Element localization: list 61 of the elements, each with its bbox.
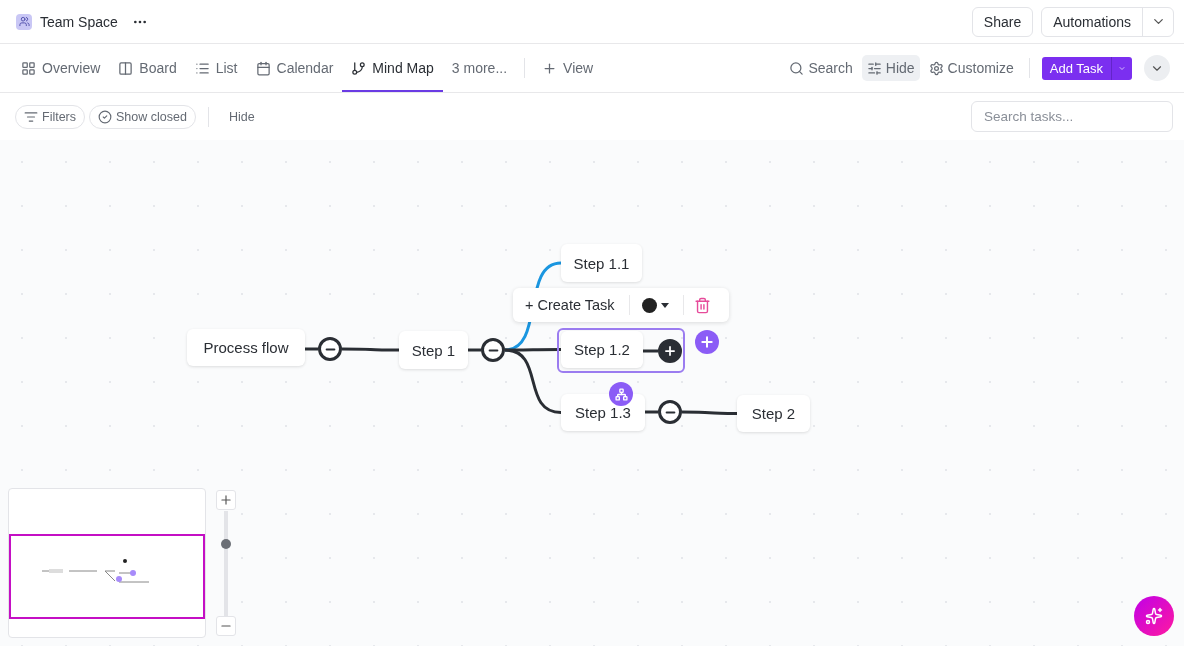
- space-name: Team Space: [40, 13, 118, 30]
- connector-line: [645, 410, 658, 414]
- mind-map-node[interactable]: Step 1.2: [561, 331, 643, 368]
- connector-line: [342, 347, 399, 352]
- search-icon: [789, 60, 805, 76]
- search-field[interactable]: Search tasks...: [971, 101, 1173, 132]
- collapse-toggle[interactable]: [658, 400, 682, 424]
- view-tab[interactable]: Overview: [12, 44, 110, 92]
- filter-pill[interactable]: Filters: [15, 104, 86, 129]
- collapse-toggle[interactable]: [481, 338, 505, 362]
- plus-icon: [219, 493, 233, 507]
- more-views-tab[interactable]: 3 more...: [442, 44, 517, 92]
- add-task-main[interactable]: Add Task: [1041, 56, 1112, 80]
- zoom-thumb[interactable]: [221, 538, 231, 549]
- add-sibling-button[interactable]: [695, 330, 719, 354]
- automations-main[interactable]: Automations: [1042, 7, 1143, 36]
- viewport-frame[interactable]: [9, 534, 205, 619]
- check-circle-icon: [98, 109, 113, 124]
- connector-line: [643, 349, 658, 353]
- add-view-button[interactable]: View: [533, 44, 603, 92]
- connector-line: [682, 410, 737, 415]
- create-task-button[interactable]: + Create Task: [517, 297, 623, 313]
- zoom-in-button[interactable]: [216, 490, 236, 510]
- space-icon: [16, 13, 32, 30]
- hide-button[interactable]: Hide: [220, 109, 263, 124]
- plus-icon: [699, 334, 715, 350]
- filter-icon: [24, 109, 38, 124]
- ai-assistant-button[interactable]: [1134, 596, 1174, 636]
- mind-map-node[interactable]: Step 1.3: [561, 394, 645, 431]
- sparkles-icon: [1145, 607, 1163, 625]
- mind-map-node[interactable]: Step 1.1: [561, 244, 642, 282]
- automations-button[interactable]: Automations: [1041, 6, 1174, 37]
- view-tab[interactable]: Calendar: [246, 44, 343, 92]
- collapse-toggle[interactable]: [318, 337, 342, 361]
- add-task-button[interactable]: Add Task: [1041, 56, 1132, 80]
- grid-icon: [21, 60, 36, 76]
- toolbar-button[interactable]: Customize: [923, 55, 1019, 81]
- connector-line: [468, 348, 481, 352]
- view-tab[interactable]: List: [185, 44, 247, 92]
- view-tab[interactable]: Mind Map: [342, 44, 443, 92]
- mind-map-node[interactable]: Step 1: [399, 331, 468, 369]
- toolbar-button[interactable]: Search: [784, 55, 858, 81]
- mind-map-node[interactable]: Process flow: [187, 329, 305, 366]
- settings-icon: [928, 60, 944, 76]
- filter-pill[interactable]: Show closed: [89, 104, 196, 129]
- branch-button[interactable]: [609, 382, 633, 406]
- toolbar-button[interactable]: Hide: [861, 55, 920, 81]
- connector-line: [305, 347, 318, 351]
- calendar-icon: [255, 60, 271, 76]
- board-icon: [118, 60, 134, 76]
- plus-icon: [542, 60, 558, 76]
- collapse-button[interactable]: [1144, 55, 1170, 81]
- view-tab[interactable]: Board: [109, 44, 186, 92]
- mind-map-icon: [351, 60, 367, 76]
- sliders-icon: [866, 60, 882, 76]
- branch-icon: [614, 387, 628, 401]
- list-icon: [194, 60, 210, 76]
- add-child-button[interactable]: [658, 339, 682, 363]
- share-button[interactable]: Share: [971, 6, 1034, 37]
- mind-map-node[interactable]: Step 2: [737, 395, 810, 432]
- plus-icon: [663, 344, 677, 358]
